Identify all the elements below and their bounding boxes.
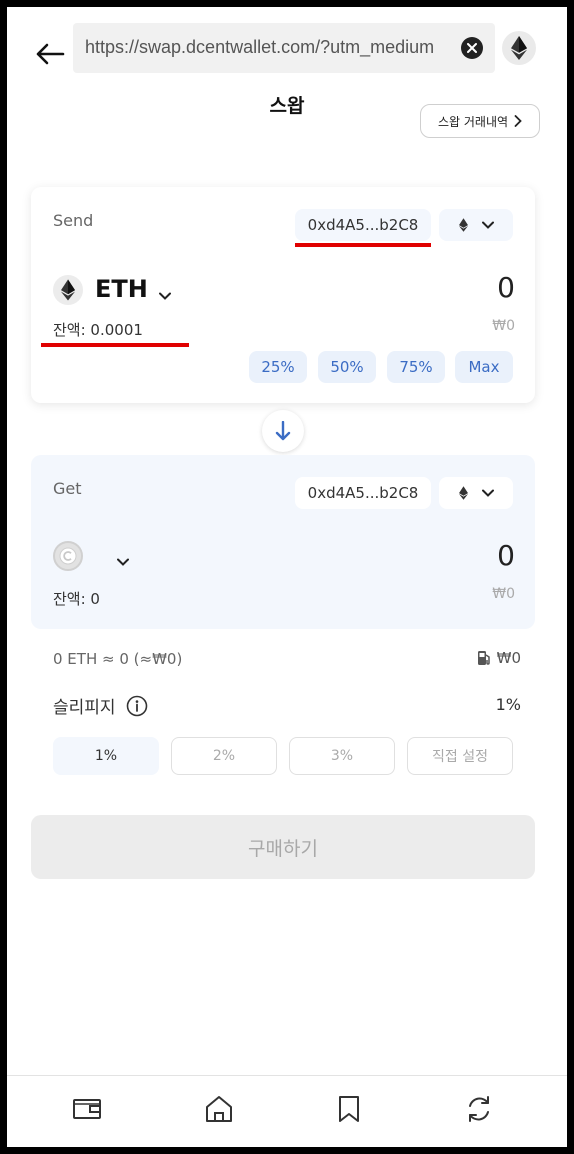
nav-wallet[interactable]: [69, 1092, 105, 1126]
phone-screen: https://swap.dcentwallet.com/?utm_medium…: [0, 0, 574, 1154]
get-network-selector[interactable]: [439, 477, 513, 509]
percent-50-button[interactable]: 50%: [318, 351, 376, 383]
back-button[interactable]: [31, 37, 69, 71]
percent-25-button[interactable]: 25%: [249, 351, 307, 383]
percent-75-button[interactable]: 75%: [387, 351, 445, 383]
get-balance: 잔액: 0: [53, 590, 100, 608]
slippage-row: 슬리피지: [53, 693, 148, 718]
slippage-option-custom[interactable]: 직접 설정: [407, 737, 513, 775]
arrow-left-icon: [36, 43, 65, 65]
arrow-down-icon: [275, 421, 291, 441]
send-amount-input[interactable]: 0: [497, 271, 515, 304]
eth-icon: [458, 486, 468, 500]
bookmark-icon: [339, 1096, 359, 1122]
max-button[interactable]: Max: [455, 351, 513, 383]
get-token-dropdown[interactable]: [117, 551, 129, 570]
close-icon: [467, 43, 477, 53]
highlight-underline-address: [295, 243, 431, 247]
slippage-label: 슬리피지: [53, 698, 116, 718]
eth-icon: [458, 218, 468, 232]
chevron-down-icon: [159, 292, 171, 300]
swap-history-label: 스왑 거래내역: [437, 114, 509, 129]
gas-fee: ₩0: [477, 649, 521, 667]
nav-swap[interactable]: [461, 1092, 497, 1126]
site-favicon[interactable]: [502, 31, 536, 65]
send-fiat-value: ₩0: [492, 318, 515, 334]
send-card: Send 0xd4A5...b2C8 ETH 0 잔액: 0.0001 ₩0 2…: [31, 187, 535, 403]
eth-token-icon[interactable]: [53, 275, 83, 305]
exchange-rate: 0 ETH ≈ 0 (≈₩0): [53, 650, 183, 668]
token-placeholder-icon[interactable]: [53, 541, 83, 571]
info-icon[interactable]: [126, 695, 148, 717]
gas-pump-icon: [477, 651, 490, 665]
slippage-option-3[interactable]: 3%: [289, 737, 395, 775]
send-token-name[interactable]: ETH: [95, 275, 148, 303]
get-label: Get: [53, 479, 82, 498]
chevron-right-icon: [514, 115, 522, 127]
url-text[interactable]: https://swap.dcentwallet.com/?utm_medium: [85, 37, 455, 58]
swap-direction-button[interactable]: [262, 410, 304, 452]
slippage-option-1[interactable]: 1%: [53, 737, 159, 775]
swap-history-button[interactable]: 스왑 거래내역: [420, 104, 540, 138]
buy-button[interactable]: 구매하기: [31, 815, 535, 879]
gas-fee-value: ₩0: [496, 649, 521, 667]
chevron-down-icon: [481, 221, 494, 229]
chevron-down-icon: [117, 558, 129, 566]
eth-icon: [511, 36, 527, 60]
bottom-navigation: [7, 1075, 567, 1147]
swap-icon: [469, 1096, 489, 1122]
nav-home[interactable]: [201, 1092, 237, 1126]
chevron-down-icon: [481, 489, 494, 497]
slippage-value: 1%: [495, 695, 521, 714]
send-network-selector[interactable]: [439, 209, 513, 241]
wallet-icon: [73, 1099, 101, 1119]
eth-icon: [61, 279, 75, 301]
send-token-dropdown[interactable]: [159, 285, 171, 304]
send-label: Send: [53, 211, 94, 230]
clear-url-button[interactable]: [461, 37, 483, 59]
get-address-chip[interactable]: 0xd4A5...b2C8: [295, 477, 431, 509]
send-balance: 잔액: 0.0001: [53, 321, 143, 339]
address-bar[interactable]: https://swap.dcentwallet.com/?utm_medium: [73, 23, 495, 73]
get-card: Get 0xd4A5...b2C8 0 잔액: 0 ₩0: [31, 455, 535, 629]
slippage-option-2[interactable]: 2%: [171, 737, 277, 775]
get-amount-output: 0: [497, 539, 515, 572]
highlight-underline-balance: [41, 343, 189, 347]
nav-bookmark[interactable]: [331, 1092, 367, 1126]
home-icon: [206, 1096, 232, 1122]
get-fiat-value: ₩0: [492, 586, 515, 602]
coin-icon: [59, 547, 77, 565]
send-address-chip[interactable]: 0xd4A5...b2C8: [295, 209, 431, 241]
